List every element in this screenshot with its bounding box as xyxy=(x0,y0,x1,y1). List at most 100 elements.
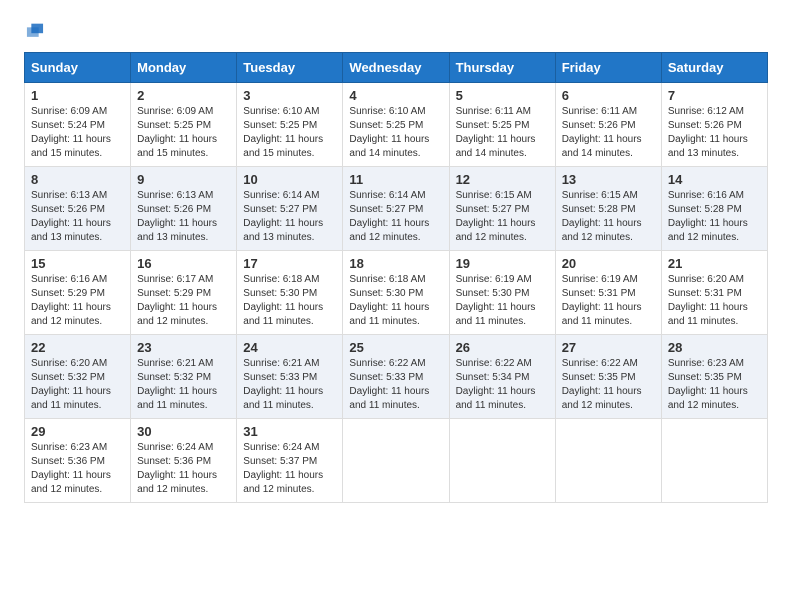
day-number: 2 xyxy=(137,88,230,103)
day-number: 20 xyxy=(562,256,655,271)
day-number: 13 xyxy=(562,172,655,187)
day-number: 24 xyxy=(243,340,336,355)
calendar-cell xyxy=(449,419,555,503)
calendar-cell: 21 Sunrise: 6:20 AMSunset: 5:31 PMDaylig… xyxy=(661,251,767,335)
day-number: 8 xyxy=(31,172,124,187)
cell-info: Sunrise: 6:20 AMSunset: 5:32 PMDaylight:… xyxy=(31,358,111,411)
calendar-cell: 6 Sunrise: 6:11 AMSunset: 5:26 PMDayligh… xyxy=(555,83,661,167)
calendar-cell: 29 Sunrise: 6:23 AMSunset: 5:36 PMDaylig… xyxy=(25,419,131,503)
day-of-week-header: Thursday xyxy=(449,53,555,83)
day-number: 5 xyxy=(456,88,549,103)
calendar-week-row: 22 Sunrise: 6:20 AMSunset: 5:32 PMDaylig… xyxy=(25,335,768,419)
day-of-week-header: Sunday xyxy=(25,53,131,83)
cell-info: Sunrise: 6:11 AMSunset: 5:25 PMDaylight:… xyxy=(456,106,536,159)
day-number: 23 xyxy=(137,340,230,355)
cell-info: Sunrise: 6:14 AMSunset: 5:27 PMDaylight:… xyxy=(349,190,429,243)
calendar-week-row: 1 Sunrise: 6:09 AMSunset: 5:24 PMDayligh… xyxy=(25,83,768,167)
day-number: 19 xyxy=(456,256,549,271)
calendar-cell xyxy=(555,419,661,503)
cell-info: Sunrise: 6:20 AMSunset: 5:31 PMDaylight:… xyxy=(668,274,748,327)
calendar-cell: 22 Sunrise: 6:20 AMSunset: 5:32 PMDaylig… xyxy=(25,335,131,419)
day-number: 3 xyxy=(243,88,336,103)
calendar-cell: 23 Sunrise: 6:21 AMSunset: 5:32 PMDaylig… xyxy=(131,335,237,419)
day-number: 31 xyxy=(243,424,336,439)
calendar-cell: 3 Sunrise: 6:10 AMSunset: 5:25 PMDayligh… xyxy=(237,83,343,167)
day-number: 11 xyxy=(349,172,442,187)
calendar-cell: 16 Sunrise: 6:17 AMSunset: 5:29 PMDaylig… xyxy=(131,251,237,335)
calendar-cell: 5 Sunrise: 6:11 AMSunset: 5:25 PMDayligh… xyxy=(449,83,555,167)
cell-info: Sunrise: 6:21 AMSunset: 5:33 PMDaylight:… xyxy=(243,358,323,411)
day-number: 22 xyxy=(31,340,124,355)
day-number: 29 xyxy=(31,424,124,439)
day-number: 28 xyxy=(668,340,761,355)
calendar-cell: 2 Sunrise: 6:09 AMSunset: 5:25 PMDayligh… xyxy=(131,83,237,167)
calendar-cell: 30 Sunrise: 6:24 AMSunset: 5:36 PMDaylig… xyxy=(131,419,237,503)
calendar-cell: 1 Sunrise: 6:09 AMSunset: 5:24 PMDayligh… xyxy=(25,83,131,167)
calendar-table: SundayMondayTuesdayWednesdayThursdayFrid… xyxy=(24,52,768,503)
day-of-week-header: Tuesday xyxy=(237,53,343,83)
logo xyxy=(24,20,50,42)
page-header xyxy=(24,20,768,42)
calendar-cell: 28 Sunrise: 6:23 AMSunset: 5:35 PMDaylig… xyxy=(661,335,767,419)
calendar-cell: 8 Sunrise: 6:13 AMSunset: 5:26 PMDayligh… xyxy=(25,167,131,251)
cell-info: Sunrise: 6:10 AMSunset: 5:25 PMDaylight:… xyxy=(349,106,429,159)
calendar-header-row: SundayMondayTuesdayWednesdayThursdayFrid… xyxy=(25,53,768,83)
day-number: 12 xyxy=(456,172,549,187)
day-number: 7 xyxy=(668,88,761,103)
calendar-week-row: 8 Sunrise: 6:13 AMSunset: 5:26 PMDayligh… xyxy=(25,167,768,251)
day-of-week-header: Saturday xyxy=(661,53,767,83)
day-number: 21 xyxy=(668,256,761,271)
calendar-cell: 19 Sunrise: 6:19 AMSunset: 5:30 PMDaylig… xyxy=(449,251,555,335)
calendar-cell: 4 Sunrise: 6:10 AMSunset: 5:25 PMDayligh… xyxy=(343,83,449,167)
cell-info: Sunrise: 6:22 AMSunset: 5:33 PMDaylight:… xyxy=(349,358,429,411)
day-number: 10 xyxy=(243,172,336,187)
cell-info: Sunrise: 6:18 AMSunset: 5:30 PMDaylight:… xyxy=(349,274,429,327)
day-number: 14 xyxy=(668,172,761,187)
day-of-week-header: Wednesday xyxy=(343,53,449,83)
cell-info: Sunrise: 6:14 AMSunset: 5:27 PMDaylight:… xyxy=(243,190,323,243)
day-number: 6 xyxy=(562,88,655,103)
cell-info: Sunrise: 6:19 AMSunset: 5:31 PMDaylight:… xyxy=(562,274,642,327)
calendar-cell: 12 Sunrise: 6:15 AMSunset: 5:27 PMDaylig… xyxy=(449,167,555,251)
cell-info: Sunrise: 6:16 AMSunset: 5:28 PMDaylight:… xyxy=(668,190,748,243)
day-number: 9 xyxy=(137,172,230,187)
cell-info: Sunrise: 6:09 AMSunset: 5:25 PMDaylight:… xyxy=(137,106,217,159)
day-number: 26 xyxy=(456,340,549,355)
cell-info: Sunrise: 6:24 AMSunset: 5:37 PMDaylight:… xyxy=(243,442,323,495)
calendar-cell: 20 Sunrise: 6:19 AMSunset: 5:31 PMDaylig… xyxy=(555,251,661,335)
calendar-week-row: 15 Sunrise: 6:16 AMSunset: 5:29 PMDaylig… xyxy=(25,251,768,335)
cell-info: Sunrise: 6:22 AMSunset: 5:35 PMDaylight:… xyxy=(562,358,642,411)
calendar-cell: 11 Sunrise: 6:14 AMSunset: 5:27 PMDaylig… xyxy=(343,167,449,251)
cell-info: Sunrise: 6:23 AMSunset: 5:35 PMDaylight:… xyxy=(668,358,748,411)
day-number: 17 xyxy=(243,256,336,271)
day-number: 27 xyxy=(562,340,655,355)
cell-info: Sunrise: 6:12 AMSunset: 5:26 PMDaylight:… xyxy=(668,106,748,159)
cell-info: Sunrise: 6:16 AMSunset: 5:29 PMDaylight:… xyxy=(31,274,111,327)
calendar-cell: 26 Sunrise: 6:22 AMSunset: 5:34 PMDaylig… xyxy=(449,335,555,419)
calendar-cell: 9 Sunrise: 6:13 AMSunset: 5:26 PMDayligh… xyxy=(131,167,237,251)
cell-info: Sunrise: 6:21 AMSunset: 5:32 PMDaylight:… xyxy=(137,358,217,411)
calendar-cell: 7 Sunrise: 6:12 AMSunset: 5:26 PMDayligh… xyxy=(661,83,767,167)
cell-info: Sunrise: 6:13 AMSunset: 5:26 PMDaylight:… xyxy=(137,190,217,243)
cell-info: Sunrise: 6:15 AMSunset: 5:27 PMDaylight:… xyxy=(456,190,536,243)
cell-info: Sunrise: 6:24 AMSunset: 5:36 PMDaylight:… xyxy=(137,442,217,495)
cell-info: Sunrise: 6:13 AMSunset: 5:26 PMDaylight:… xyxy=(31,190,111,243)
cell-info: Sunrise: 6:17 AMSunset: 5:29 PMDaylight:… xyxy=(137,274,217,327)
day-number: 15 xyxy=(31,256,124,271)
calendar-cell: 31 Sunrise: 6:24 AMSunset: 5:37 PMDaylig… xyxy=(237,419,343,503)
calendar-cell: 14 Sunrise: 6:16 AMSunset: 5:28 PMDaylig… xyxy=(661,167,767,251)
day-number: 30 xyxy=(137,424,230,439)
day-of-week-header: Friday xyxy=(555,53,661,83)
day-of-week-header: Monday xyxy=(131,53,237,83)
day-number: 25 xyxy=(349,340,442,355)
logo-icon xyxy=(24,20,46,42)
calendar-cell: 18 Sunrise: 6:18 AMSunset: 5:30 PMDaylig… xyxy=(343,251,449,335)
calendar-cell: 27 Sunrise: 6:22 AMSunset: 5:35 PMDaylig… xyxy=(555,335,661,419)
cell-info: Sunrise: 6:19 AMSunset: 5:30 PMDaylight:… xyxy=(456,274,536,327)
cell-info: Sunrise: 6:11 AMSunset: 5:26 PMDaylight:… xyxy=(562,106,642,159)
cell-info: Sunrise: 6:10 AMSunset: 5:25 PMDaylight:… xyxy=(243,106,323,159)
cell-info: Sunrise: 6:15 AMSunset: 5:28 PMDaylight:… xyxy=(562,190,642,243)
calendar-cell: 10 Sunrise: 6:14 AMSunset: 5:27 PMDaylig… xyxy=(237,167,343,251)
cell-info: Sunrise: 6:22 AMSunset: 5:34 PMDaylight:… xyxy=(456,358,536,411)
calendar-cell: 15 Sunrise: 6:16 AMSunset: 5:29 PMDaylig… xyxy=(25,251,131,335)
